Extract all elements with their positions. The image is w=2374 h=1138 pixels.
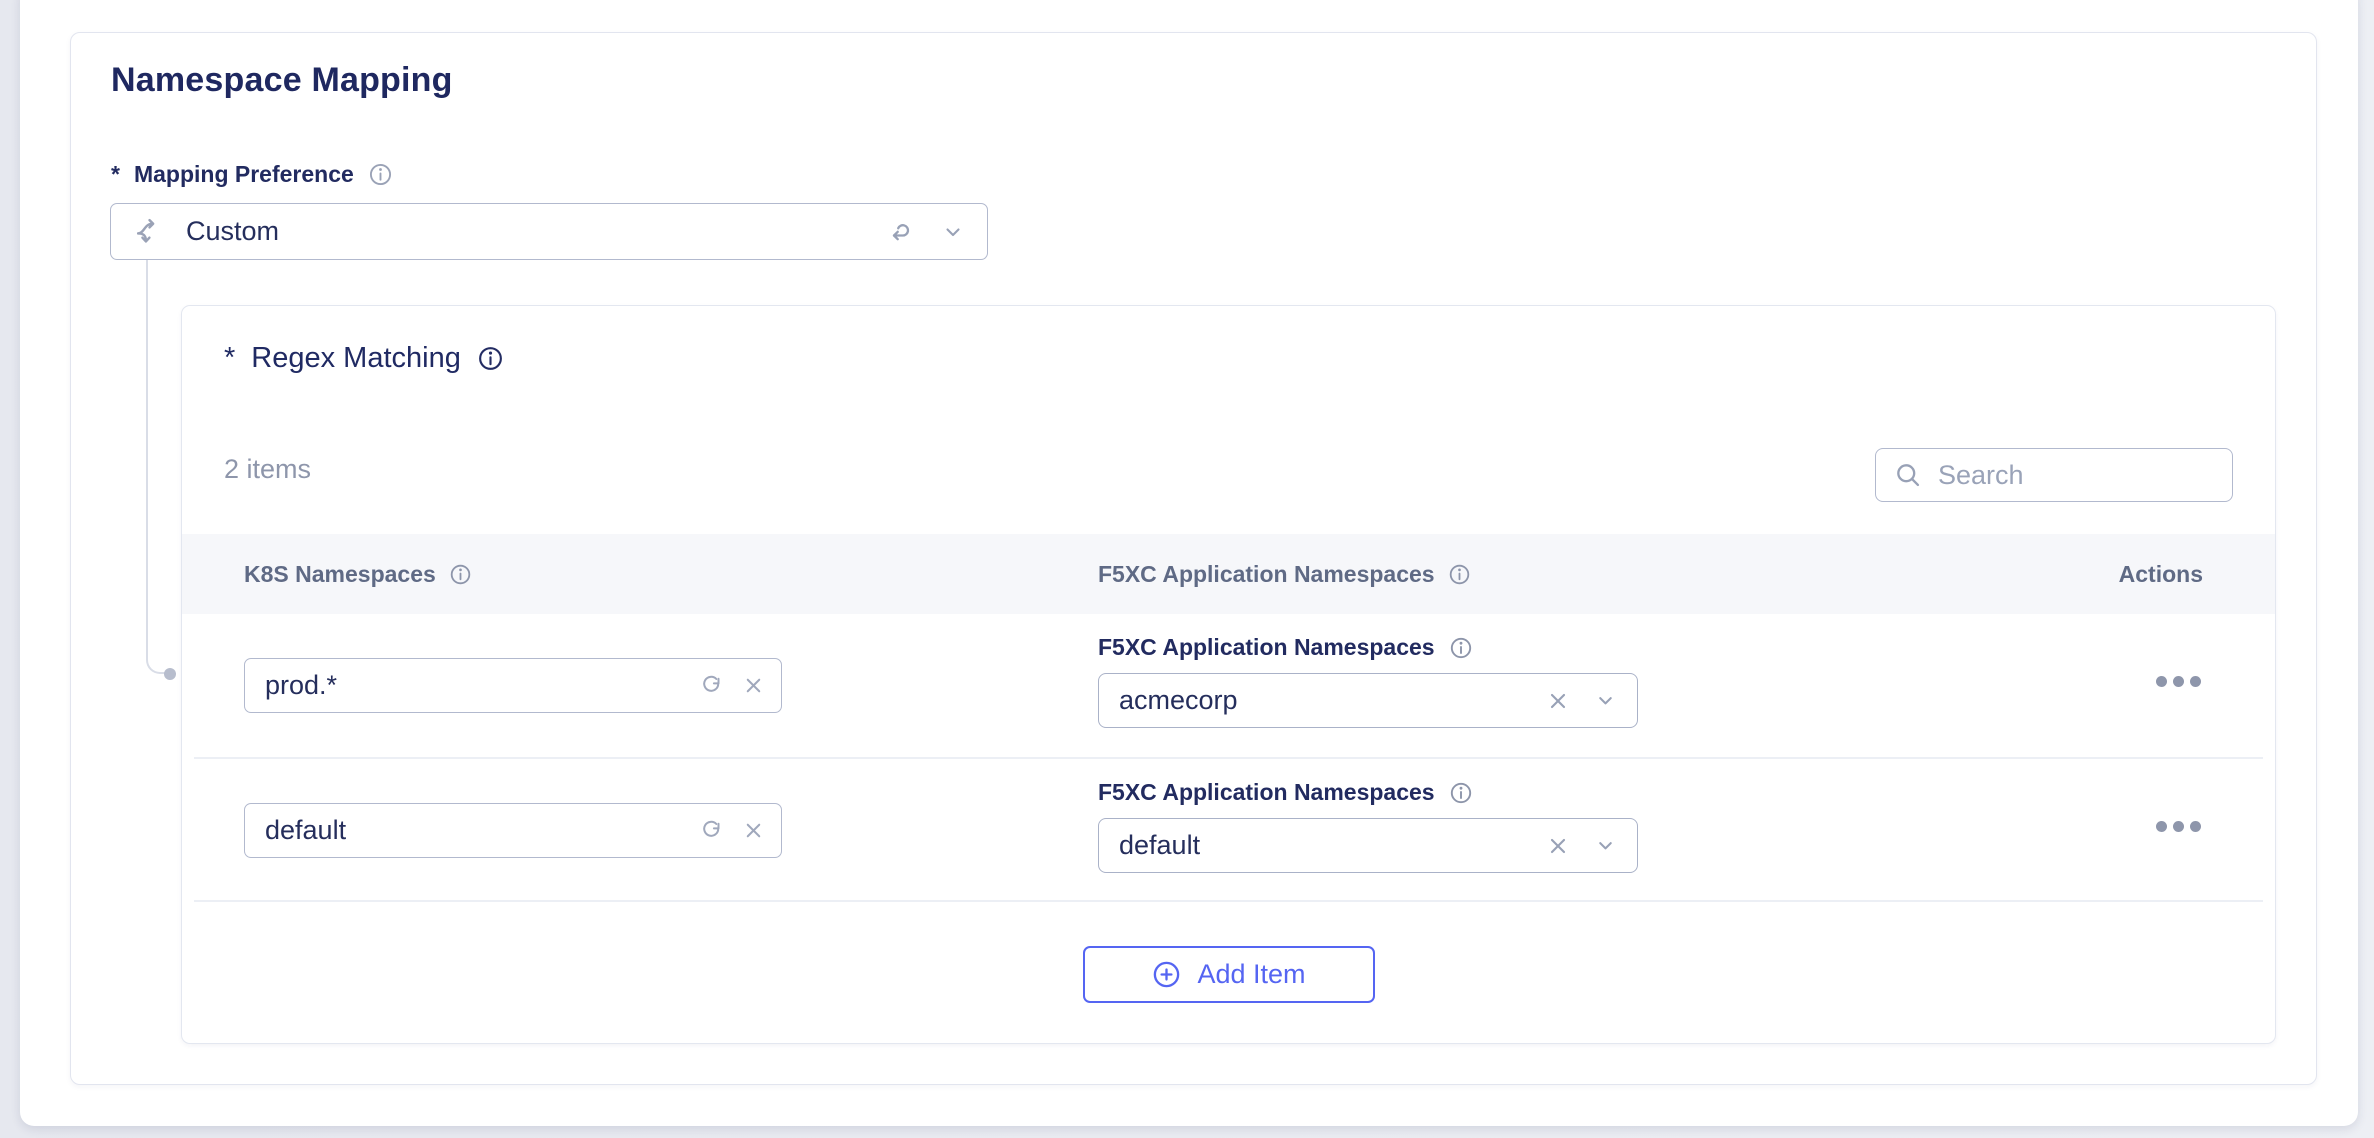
chevron-down-icon[interactable] bbox=[1594, 834, 1617, 857]
screen: Namespace Mapping * Mapping Preference bbox=[0, 0, 2374, 1138]
k8s-namespace-input-wrap bbox=[244, 658, 782, 713]
mapping-preference-label-row: * Mapping Preference bbox=[111, 161, 393, 188]
row-actions-menu-icon[interactable] bbox=[2156, 676, 2201, 687]
branch-icon bbox=[133, 216, 164, 247]
search-box bbox=[1875, 448, 2233, 502]
f5xc-field-label: F5XC Application Namespaces bbox=[1098, 634, 1435, 661]
header-actions: Actions bbox=[2119, 561, 2203, 588]
clear-icon[interactable] bbox=[1546, 689, 1570, 713]
refresh-icon[interactable] bbox=[700, 674, 724, 698]
info-icon[interactable] bbox=[368, 162, 393, 187]
f5xc-field-label: F5XC Application Namespaces bbox=[1098, 779, 1435, 806]
table-row: F5XC Application Namespaces acmecorp bbox=[182, 614, 2275, 759]
nesting-connector-line bbox=[146, 260, 166, 674]
f5xc-namespace-value: acmecorp bbox=[1119, 685, 1522, 716]
clear-icon[interactable] bbox=[742, 819, 765, 842]
table-row: F5XC Application Namespaces default bbox=[182, 759, 2275, 902]
clear-icon[interactable] bbox=[1546, 834, 1570, 858]
regex-matching-card: * Regex Matching 2 items bbox=[181, 305, 2276, 1044]
search-input[interactable] bbox=[1938, 460, 2276, 491]
table-header-row: K8S Namespaces F5XC Application Namespac… bbox=[182, 534, 2275, 614]
k8s-namespace-input[interactable] bbox=[265, 815, 682, 846]
mapping-preference-value: Custom bbox=[186, 216, 865, 247]
k8s-namespace-input-wrap bbox=[244, 803, 782, 858]
namespace-mapping-card: Namespace Mapping * Mapping Preference bbox=[70, 32, 2317, 1085]
info-icon[interactable] bbox=[477, 345, 504, 372]
chevron-down-icon[interactable] bbox=[941, 220, 965, 244]
info-icon[interactable] bbox=[1449, 636, 1473, 660]
row-actions-menu-icon[interactable] bbox=[2156, 821, 2201, 832]
info-icon[interactable] bbox=[1448, 563, 1471, 586]
required-marker: * bbox=[224, 342, 235, 375]
reset-to-default-icon[interactable] bbox=[887, 218, 915, 246]
add-item-area: Add Item bbox=[182, 902, 2275, 1044]
chevron-down-icon[interactable] bbox=[1594, 689, 1617, 712]
add-item-button[interactable]: Add Item bbox=[1083, 946, 1375, 1003]
search-icon bbox=[1894, 461, 1922, 489]
k8s-namespace-input[interactable] bbox=[265, 670, 682, 701]
f5xc-namespace-select[interactable]: acmecorp bbox=[1098, 673, 1638, 728]
content-panel: Namespace Mapping * Mapping Preference bbox=[20, 0, 2358, 1126]
header-f5xc-namespaces: F5XC Application Namespaces bbox=[1098, 561, 1435, 588]
info-icon[interactable] bbox=[449, 563, 472, 586]
refresh-icon[interactable] bbox=[700, 819, 724, 843]
f5xc-namespace-cell: F5XC Application Namespaces default bbox=[1098, 779, 1638, 873]
required-marker: * bbox=[111, 161, 120, 188]
nesting-connector-dot bbox=[164, 668, 176, 680]
regex-matching-heading: * Regex Matching bbox=[224, 342, 504, 375]
regex-matching-title: Regex Matching bbox=[251, 342, 461, 375]
items-count: 2 items bbox=[224, 454, 311, 485]
add-item-label: Add Item bbox=[1197, 959, 1305, 990]
clear-icon[interactable] bbox=[742, 674, 765, 697]
mapping-preference-select[interactable]: Custom bbox=[110, 203, 988, 260]
header-k8s-namespaces: K8S Namespaces bbox=[244, 561, 436, 588]
page-title: Namespace Mapping bbox=[111, 61, 453, 100]
f5xc-namespace-select[interactable]: default bbox=[1098, 818, 1638, 873]
f5xc-namespace-value: default bbox=[1119, 830, 1522, 861]
f5xc-namespace-cell: F5XC Application Namespaces acmecorp bbox=[1098, 634, 1638, 728]
info-icon[interactable] bbox=[1449, 781, 1473, 805]
mapping-preference-label: Mapping Preference bbox=[134, 161, 354, 188]
plus-circle-icon bbox=[1151, 959, 1182, 990]
